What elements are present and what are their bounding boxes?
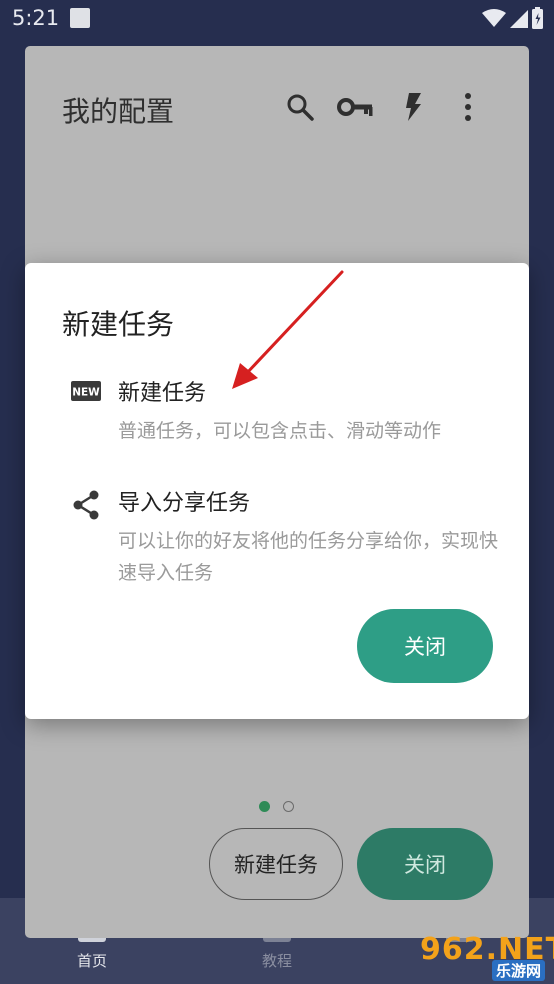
- flash-icon[interactable]: [399, 92, 429, 122]
- page-title: 我的配置: [62, 95, 175, 128]
- status-icons: [482, 7, 543, 29]
- status-time: 5:21: [12, 6, 60, 30]
- option-import-shared-task[interactable]: 导入分享任务 可以让你的好友将他的任务分享给你，实现快速导入任务: [25, 473, 529, 584]
- page-indicator: [257, 799, 307, 813]
- new-task-dialog: 新建任务 NEW 新建任务 普通任务，可以包含点击、滑动等动作 导入分享任务 可…: [25, 263, 529, 719]
- option-title: 新建任务: [118, 381, 207, 406]
- more-vert-icon[interactable]: [453, 92, 483, 122]
- nav-label-tutorial: 教程: [261, 952, 292, 970]
- battery-icon: [532, 7, 543, 29]
- option-new-task[interactable]: NEW 新建任务 普通任务，可以包含点击、滑动等动作: [25, 363, 529, 453]
- close-button[interactable]: 关闭: [357, 828, 493, 900]
- option-title: 导入分享任务: [118, 491, 251, 516]
- notification-icon: [70, 8, 90, 28]
- share-icon: [73, 490, 99, 520]
- svg-text:NEW: NEW: [72, 387, 100, 399]
- nav-label-home: 首页: [76, 952, 107, 970]
- search-icon[interactable]: [285, 92, 315, 122]
- key-icon[interactable]: [337, 92, 375, 122]
- dialog-title: 新建任务: [62, 308, 175, 341]
- wifi-icon: [482, 9, 506, 27]
- dialog-close-button[interactable]: 关闭: [357, 609, 493, 683]
- new-task-button[interactable]: 新建任务: [209, 828, 343, 900]
- page-dot: [283, 801, 294, 812]
- watermark-logo: 962.NET 乐游网: [414, 932, 554, 982]
- page-dot-active: [259, 801, 270, 812]
- status-bar: 5:21: [0, 0, 554, 36]
- option-description: 普通任务，可以包含点击、滑动等动作: [118, 420, 442, 442]
- option-description: 可以让你的好友将他的任务分享给你，实现快速导入任务: [118, 530, 499, 584]
- new-badge-icon: NEW: [71, 381, 101, 401]
- signal-icon: [510, 10, 528, 28]
- watermark-sub: 乐游网: [492, 960, 546, 981]
